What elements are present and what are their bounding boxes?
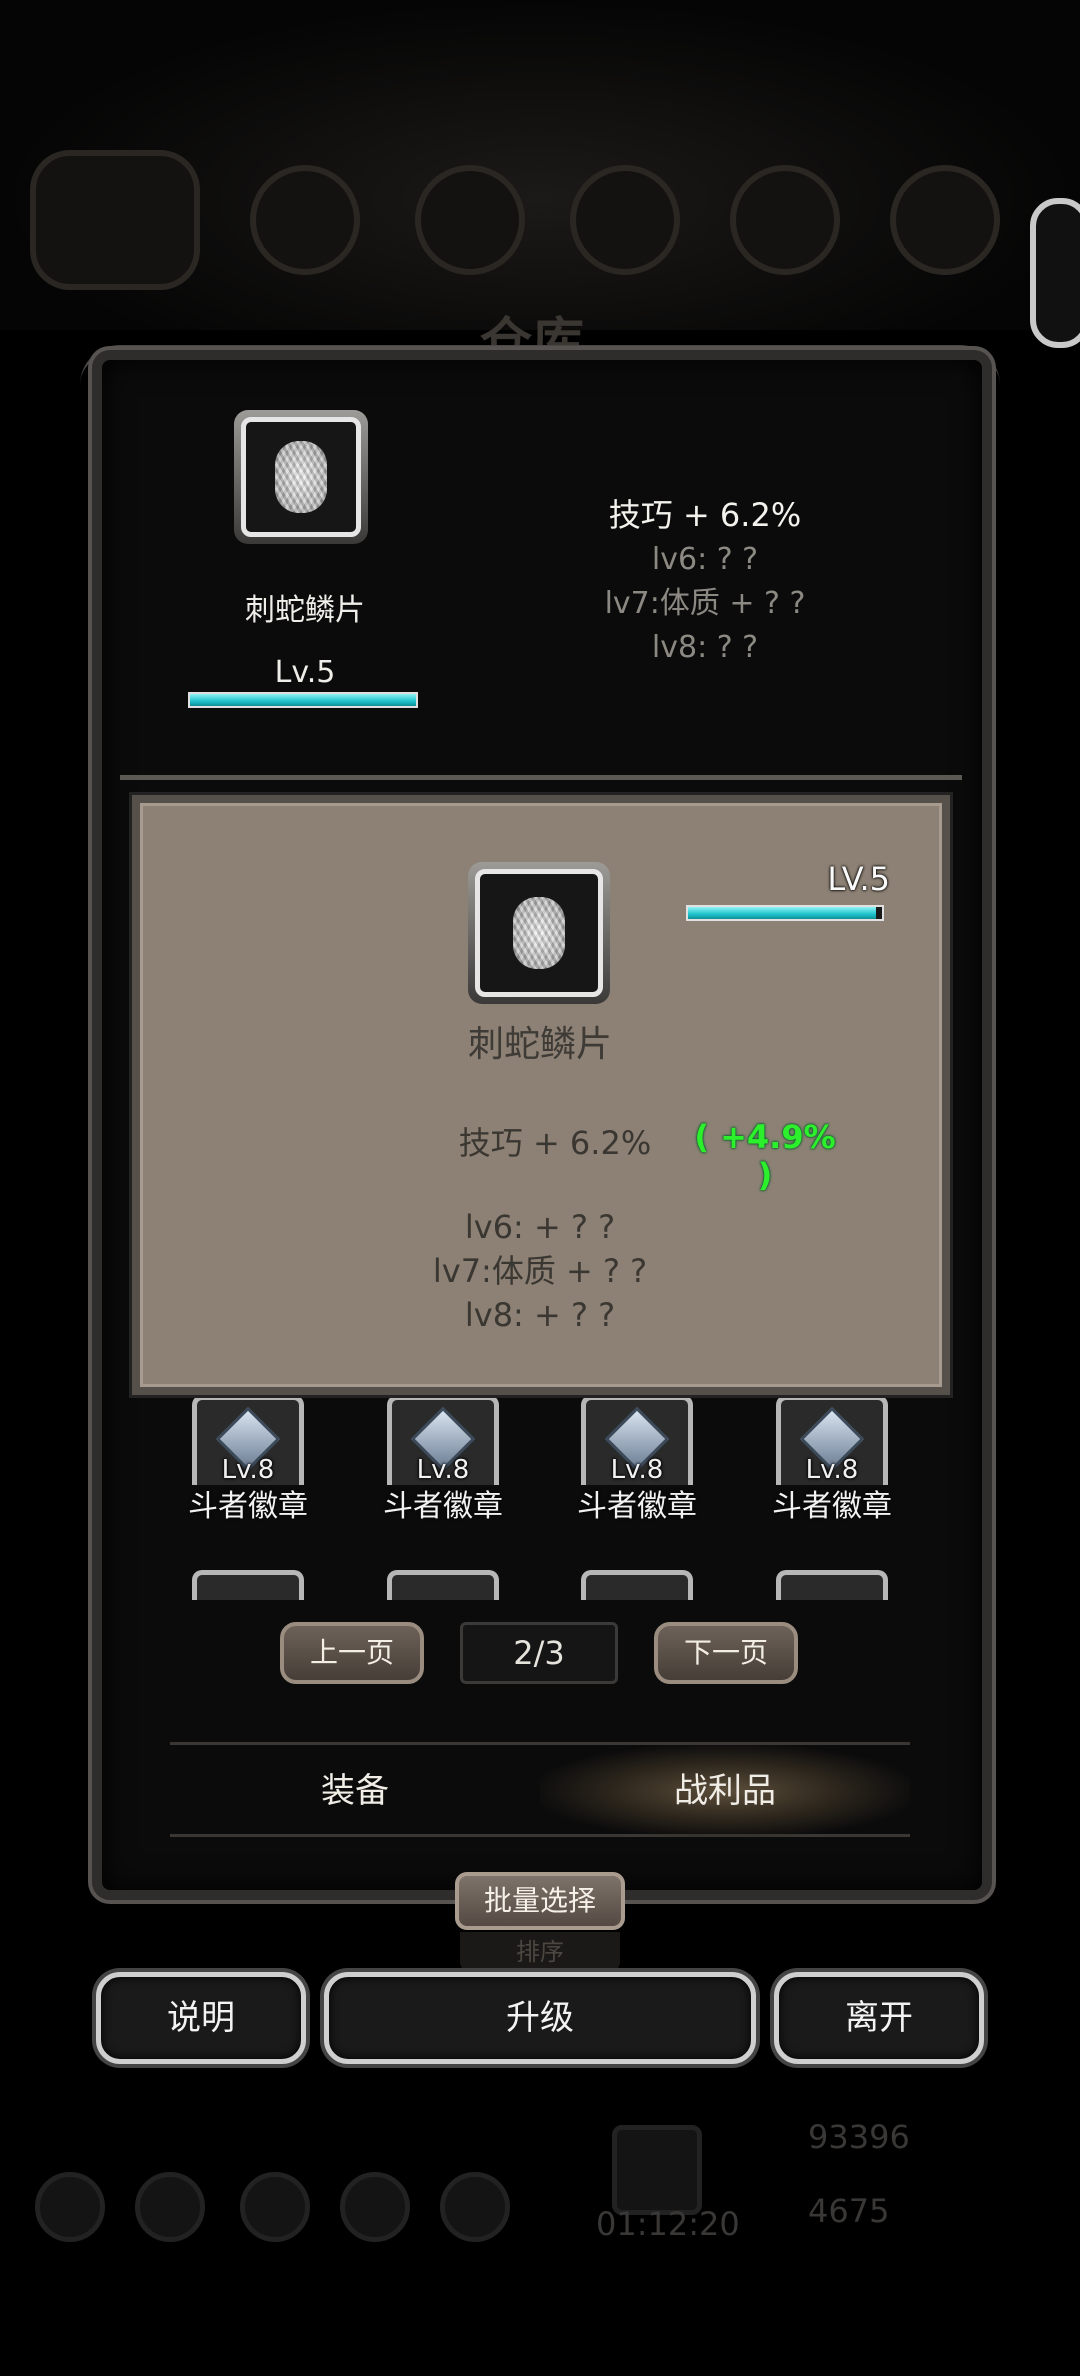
tooltip-item-level: LV.5 (827, 860, 890, 898)
tooltip-item-slot (468, 862, 610, 1004)
grid-item[interactable] (567, 1570, 707, 1600)
grid-item[interactable] (373, 1570, 513, 1600)
item-grid: Lv.8 斗者徽章 Lv.8 斗者徽章 Lv.8 斗者徽章 Lv.8 斗者徽章 (140, 1395, 940, 1605)
grid-item-name: 斗者徽章 (188, 1489, 308, 1524)
side-tab-button[interactable] (1030, 198, 1080, 348)
prev-page-button[interactable]: 上一页 (280, 1622, 424, 1684)
stat-main: 技巧 + 6.2% (608, 496, 802, 534)
bottom-menu-icon (240, 2172, 310, 2242)
tab-loot[interactable]: 战利品 (540, 1745, 910, 1837)
tooltip-stat: 技巧 + 6.2% (458, 1124, 652, 1162)
help-button[interactable]: 说明 (96, 1972, 306, 2064)
batch-select-button[interactable]: 批量选择 (455, 1872, 625, 1930)
category-tabs: 装备 战利品 (170, 1742, 910, 1837)
next-page-button[interactable]: 下一页 (654, 1622, 798, 1684)
upgrade-button[interactable]: 升级 (324, 1972, 756, 2064)
grid-item-name: 斗者徽章 (772, 1489, 892, 1524)
selected-item-slot[interactable] (234, 410, 368, 544)
grid-item[interactable] (178, 1570, 318, 1600)
bg-menu-icon (415, 165, 525, 275)
grid-item[interactable]: Lv.8 斗者徽章 (567, 1395, 707, 1525)
timer-text: 01:12:20 (596, 2205, 740, 2243)
bg-menu-icon (890, 165, 1000, 275)
bg-menu-icon (570, 165, 680, 275)
page-indicator: 2/3 (460, 1622, 618, 1684)
selected-item-level: Lv.5 (274, 655, 336, 690)
selected-item-level-bar (188, 692, 418, 708)
grid-item-level: Lv.8 (416, 1455, 470, 1485)
stat-lv7: lv7:体质 + ? ? (604, 586, 806, 621)
tooltip-bonus: ( +4.9% ) (694, 1118, 836, 1194)
tooltip-level-lines: lv6: + ? ? lv7:体质 + ? ? lv8: + ? ? (380, 1205, 700, 1337)
tooltip-item-name: 刺蛇鳞片 (467, 1024, 612, 1065)
bottom-menu-icon (340, 2172, 410, 2242)
bg-menu-icon (250, 165, 360, 275)
bottom-menu-icon (440, 2172, 510, 2242)
grid-item-name: 斗者徽章 (383, 1489, 503, 1524)
bottom-menu-icon (135, 2172, 205, 2242)
tab-equipment[interactable]: 装备 (170, 1745, 540, 1837)
selected-item-name: 刺蛇鳞片 (245, 593, 365, 628)
gold-count: 93396 (808, 2118, 910, 2156)
selected-item-stats: 技巧 + 6.2% lv6: ? ? lv7:体质 + ? ? lv8: ? ? (560, 492, 850, 670)
bg-menu-icon (730, 165, 840, 275)
tooltip-level-bar (686, 905, 884, 921)
bg-menu-icon (30, 150, 200, 290)
grid-item[interactable] (762, 1570, 902, 1600)
stat-lv8: lv8: ? ? (651, 630, 759, 665)
grid-item[interactable]: Lv.8 斗者徽章 (373, 1395, 513, 1525)
gift-icon (612, 2125, 702, 2215)
gem-count: 4675 (808, 2192, 890, 2230)
grid-item-name: 斗者徽章 (577, 1489, 697, 1524)
grid-item[interactable]: Lv.8 斗者徽章 (762, 1395, 902, 1525)
grid-item-level: Lv.8 (610, 1455, 664, 1485)
leave-button[interactable]: 离开 (774, 1972, 984, 2064)
tooltip-line-lv6: lv6: + ? ? (464, 1208, 616, 1246)
grid-item-level: Lv.8 (805, 1455, 859, 1485)
snake-scale-icon (513, 897, 565, 969)
tooltip-line-lv8: lv8: + ? ? (464, 1296, 616, 1334)
bottom-menu-icon (35, 2172, 105, 2242)
sort-button[interactable]: 排序 (460, 1932, 620, 1972)
grid-item[interactable]: Lv.8 斗者徽章 (178, 1395, 318, 1525)
snake-scale-icon (275, 441, 327, 513)
grid-item-level: Lv.8 (221, 1455, 275, 1485)
stat-lv6: lv6: ? ? (651, 542, 759, 577)
tooltip-line-lv7: lv7:体质 + ? ? (432, 1252, 648, 1290)
